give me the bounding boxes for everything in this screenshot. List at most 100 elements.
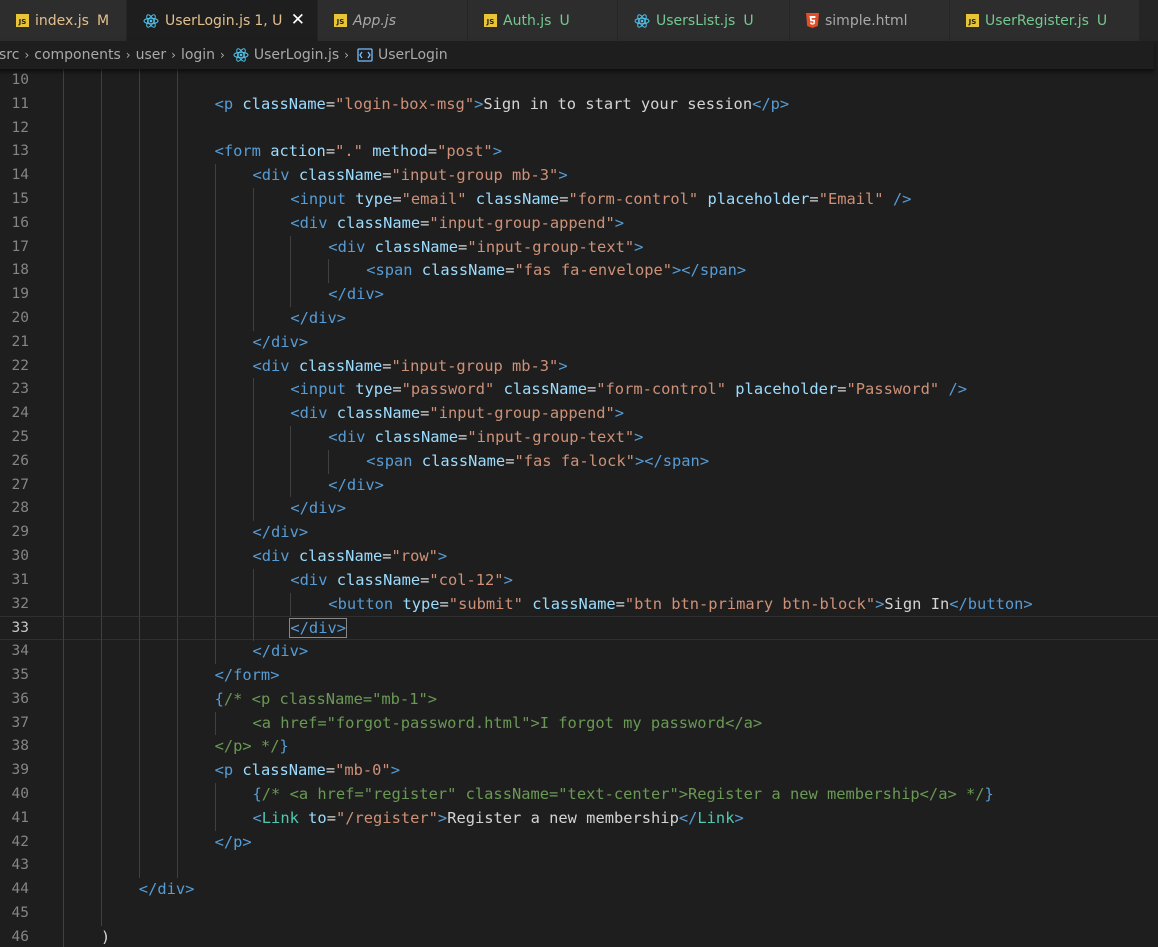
code-line[interactable]: 40 {/* <a href="register" className="text… xyxy=(0,783,1158,807)
close-icon[interactable]: ✕ xyxy=(291,10,305,30)
line-number: 26 xyxy=(11,452,29,469)
indent-guide xyxy=(100,69,102,93)
comment-token: <a href="forgot-password.html">I forgot … xyxy=(252,713,763,732)
code-line[interactable]: 46) xyxy=(0,925,1158,947)
indent-guide xyxy=(100,617,102,642)
indent-guide xyxy=(176,711,178,736)
code-line[interactable]: 30 <div className="row"> xyxy=(0,545,1158,569)
code-line[interactable]: 16 <div className="input-group-append"> xyxy=(0,211,1158,236)
attribute-token: type xyxy=(402,594,440,613)
code-line[interactable]: 43 xyxy=(0,854,1158,879)
chevron-right-icon: › xyxy=(220,48,225,62)
editor-tab[interactable]: JS Auth.js U xyxy=(468,0,618,41)
code-line[interactable]: 32 <button type="submit" className="btn b… xyxy=(0,592,1158,617)
indent-guide xyxy=(63,330,64,355)
breadcrumb-folder[interactable]: login xyxy=(181,47,215,63)
code-line[interactable]: 33 </div> xyxy=(0,616,1158,642)
tag-token: > xyxy=(558,166,568,185)
indent-guide xyxy=(100,759,102,783)
indent-guide xyxy=(63,521,64,545)
indent-guide xyxy=(290,259,292,284)
code-line[interactable]: 35 </form> xyxy=(0,664,1158,688)
code-editor[interactable]: 10 11 <p className="login-box-msg">Sign in… xyxy=(0,69,1158,947)
indent-guide xyxy=(63,759,64,783)
editor-tab[interactable]: UsersList.js U xyxy=(618,0,790,41)
code-line[interactable]: 29 </div> xyxy=(0,521,1158,545)
code-line[interactable]: 26 <span className="fas fa-lock"></span> xyxy=(0,449,1158,474)
indent-guide xyxy=(214,330,216,355)
text-token: = xyxy=(382,356,392,375)
editor-tab[interactable]: JS UserRegister.js U xyxy=(950,0,1140,41)
breadcrumb-folder[interactable]: components xyxy=(34,47,121,63)
indent-guide xyxy=(138,449,140,474)
code-line[interactable]: 39 <p className="mb-0"> xyxy=(0,759,1158,783)
code-line[interactable]: 18 <span className="fas fa-envelope"></sp… xyxy=(0,259,1158,284)
indent-guide xyxy=(100,378,102,403)
code-line[interactable]: 13 <form action="." method="post"> xyxy=(0,140,1158,165)
tag-token: > xyxy=(437,808,448,827)
attribute-token: className xyxy=(336,570,421,589)
indent-guide xyxy=(138,545,140,569)
indent-guide xyxy=(63,402,64,426)
code-line[interactable]: 22 <div className="input-group mb-3"> xyxy=(0,354,1158,379)
indent-guide xyxy=(176,402,178,426)
breadcrumb-file[interactable]: UserLogin.js xyxy=(254,47,339,63)
editor-tab[interactable]: UserLogin.js 1, U ✕ xyxy=(127,0,318,41)
editor-tab[interactable]: JS index.js M xyxy=(0,0,127,41)
code-line[interactable]: 11 <p className="login-box-msg">Sign in t… xyxy=(0,92,1158,117)
tag-token: <div xyxy=(252,356,299,375)
code-line[interactable]: 38 </p> */} xyxy=(0,735,1158,760)
code-line[interactable]: 20 </div> xyxy=(0,307,1158,331)
code-line[interactable]: 44 </div> xyxy=(0,878,1158,902)
indent-guide xyxy=(138,735,140,760)
breadcrumb-symbol[interactable]: UserLogin xyxy=(378,47,448,63)
code-line[interactable]: 34 </div> xyxy=(0,640,1158,664)
code-line[interactable]: 25 <div className="input-group-text"> xyxy=(0,426,1158,450)
indent-guide xyxy=(63,783,64,807)
code-line[interactable]: 14 <div className="input-group mb-3"> xyxy=(0,164,1158,188)
text-token: ) xyxy=(100,927,111,946)
string-token: "input-group mb-3" xyxy=(391,356,559,375)
code-line[interactable]: 37 <a href="forgot-password.html">I forgo… xyxy=(0,711,1158,736)
tag-token: <p xyxy=(214,761,243,780)
code-line[interactable]: 21 </div> xyxy=(0,330,1158,355)
string-token: "input-group-append" xyxy=(429,404,615,423)
code-line[interactable]: 15 <input type="email" className="form-co… xyxy=(0,188,1158,212)
code-text: <div className="input-group-text"> xyxy=(328,236,643,260)
line-number: 33 xyxy=(11,620,29,637)
text-token: = xyxy=(392,380,402,399)
code-line[interactable]: 19 </div> xyxy=(0,283,1158,307)
string-token: "Email" xyxy=(818,190,884,208)
indent-guide xyxy=(63,497,64,522)
indent-guide xyxy=(100,449,102,474)
tab-label: Auth.js xyxy=(503,12,552,29)
indent-guide xyxy=(63,545,64,569)
breadcrumb-folder[interactable]: user xyxy=(136,47,167,63)
code-line[interactable]: 12 xyxy=(0,116,1158,141)
js-file-icon: JS xyxy=(16,14,29,27)
tag-token: </ xyxy=(678,808,698,827)
indent-guide xyxy=(252,259,254,284)
code-line[interactable]: 31 <div className="col-12"> xyxy=(0,568,1158,593)
editor-tab[interactable]: simple.html xyxy=(790,0,950,41)
code-text: <div className="row"> xyxy=(253,545,448,569)
code-line[interactable]: 28 </div> xyxy=(0,497,1158,522)
attribute-token: className xyxy=(503,380,587,399)
code-line[interactable]: 45 xyxy=(0,902,1158,926)
code-line[interactable]: 17 <div className="input-group-text"> xyxy=(0,235,1158,260)
code-line[interactable]: 36 {/* <p className="mb-1"> xyxy=(0,687,1158,712)
indent-guide xyxy=(100,330,102,355)
line-number: 16 xyxy=(11,214,29,231)
code-line[interactable]: 10 xyxy=(0,69,1158,93)
breadcrumb-folder[interactable]: src xyxy=(0,47,19,63)
code-line[interactable]: 41 <Link to="/register">Register a new me… xyxy=(0,806,1158,831)
string-token: "submit" xyxy=(448,594,523,613)
code-line[interactable]: 24 <div className="input-group-append"> xyxy=(0,402,1158,426)
editor-tab[interactable]: JS App.js xyxy=(318,0,468,41)
line-number: 11 xyxy=(11,95,29,112)
indent-guide xyxy=(138,259,140,284)
code-line[interactable]: 23 <input type="password" className="form… xyxy=(0,378,1158,403)
code-line[interactable]: 27 </div> xyxy=(0,473,1158,498)
code-line[interactable]: 42 </p> xyxy=(0,830,1158,855)
